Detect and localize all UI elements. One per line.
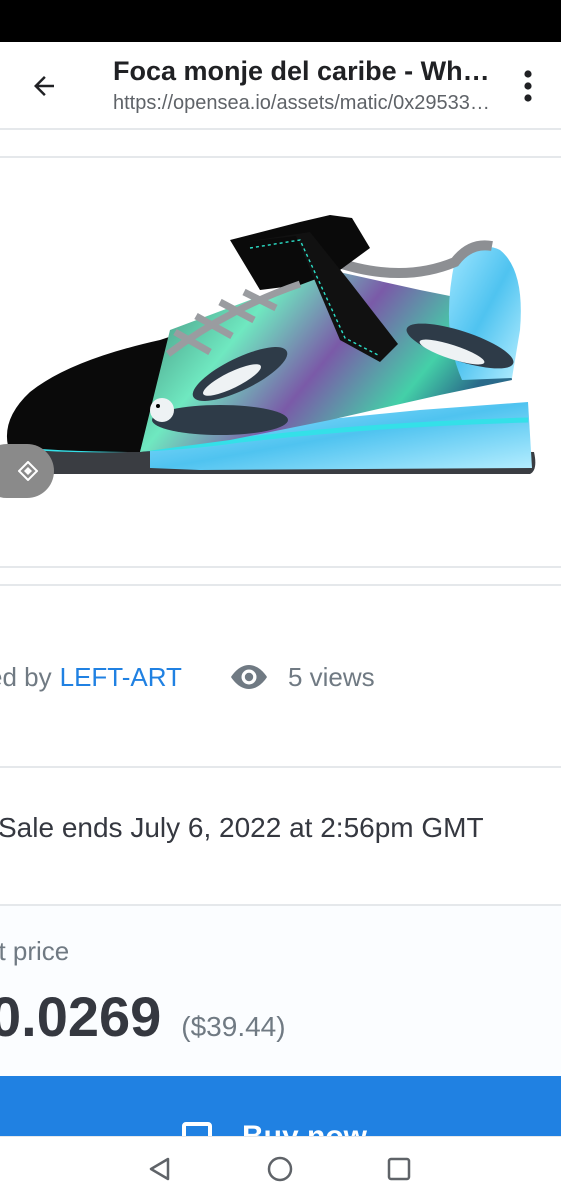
circle-home-icon — [267, 1156, 293, 1182]
nft-image[interactable] — [0, 160, 561, 565]
views-count: 5 views — [228, 662, 375, 693]
chain-badge[interactable] — [0, 444, 54, 498]
price-usd: ($39.44) — [181, 1011, 286, 1042]
eye-icon — [230, 665, 267, 689]
divider — [0, 156, 561, 158]
arrow-left-icon — [34, 76, 54, 96]
page-url: https://opensea.io/assets/matic/0x295339… — [113, 92, 493, 114]
polygon-chain-icon — [18, 461, 38, 481]
more-options-button[interactable] — [513, 64, 543, 108]
nav-recents-button[interactable] — [381, 1151, 417, 1187]
divider — [0, 584, 561, 586]
owner-link[interactable]: LEFT-ART — [60, 662, 182, 693]
divider — [0, 566, 561, 568]
system-nav-bar — [0, 1136, 561, 1200]
square-recents-icon — [387, 1157, 411, 1181]
browser-app-bar: Foca monje del caribe - Wheat & Weightli… — [0, 42, 561, 130]
current-price-label: nt price — [0, 936, 70, 966]
nav-home-button[interactable] — [262, 1151, 298, 1187]
views-label: 5 views — [287, 661, 375, 692]
shoe-artwork — [6, 215, 536, 474]
sale-end-text: Sale ends July 6, 2022 at 2:56pm GMT — [0, 812, 484, 843]
nav-back-button[interactable] — [142, 1151, 178, 1187]
status-bar — [0, 0, 561, 42]
triangle-back-icon — [149, 1157, 170, 1181]
price-value: 0.0269 — [0, 985, 162, 1048]
owned-by-label: ed by — [0, 661, 52, 692]
item-meta-row: ed by LEFT-ART 5 views — [0, 655, 561, 699]
more-vert-icon — [524, 70, 532, 102]
title-block: Foca monje del caribe - Wheat & Weightli… — [113, 54, 493, 116]
back-button[interactable] — [22, 64, 66, 108]
price-row: 0.0269 ($39.44) — [0, 984, 286, 1049]
divider — [0, 766, 561, 768]
page-title: Foca monje del caribe - Wheat & Weightli… — [113, 56, 493, 86]
